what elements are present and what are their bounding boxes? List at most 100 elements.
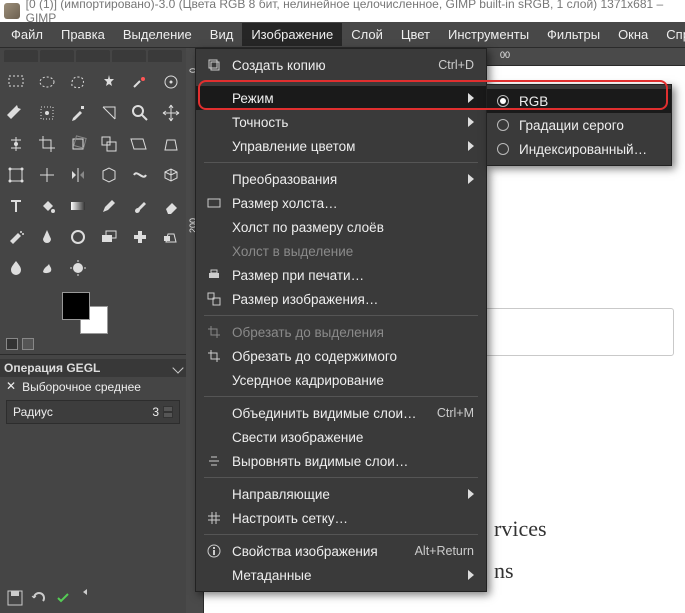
- tool-perspective[interactable]: [157, 130, 185, 158]
- spin-down[interactable]: [163, 412, 173, 418]
- tool-crop[interactable]: [33, 130, 61, 158]
- tool-handle-transform[interactable]: [33, 161, 61, 189]
- tool-cage[interactable]: [95, 161, 123, 189]
- tool-free-select[interactable]: [64, 68, 92, 96]
- tool-flip[interactable]: [64, 161, 92, 189]
- page-text: rvices: [494, 516, 547, 542]
- menu-separator: [204, 477, 478, 478]
- toolbox-tab[interactable]: [40, 50, 74, 62]
- tool-pencil[interactable]: [95, 192, 123, 220]
- tool-iscissors[interactable]: [157, 68, 185, 96]
- tool-dodge[interactable]: [64, 254, 92, 282]
- menu-align-visible[interactable]: Выровнять видимые слои…: [196, 449, 486, 473]
- tool-gradient[interactable]: [64, 192, 92, 220]
- menu-file[interactable]: Файл: [2, 23, 52, 46]
- tool-paintbrush[interactable]: [126, 192, 154, 220]
- tool-unified-transform[interactable]: [2, 161, 30, 189]
- tool-bucket-fill[interactable]: [33, 192, 61, 220]
- tool-shear[interactable]: [126, 130, 154, 158]
- tool-rotate[interactable]: [64, 130, 92, 158]
- mode-rgb[interactable]: RGB: [487, 89, 671, 113]
- menu-fit-canvas-to-layers[interactable]: Холст по размеру слоёв: [196, 215, 486, 239]
- menu-view[interactable]: Вид: [201, 23, 243, 46]
- gegl-header: Операция GEGL: [0, 359, 186, 377]
- tool-airbrush[interactable]: [2, 223, 30, 251]
- menu-configure-grid[interactable]: Настроить сетку…: [196, 506, 486, 530]
- menu-edit[interactable]: Правка: [52, 23, 114, 46]
- radius-value: 3: [152, 405, 159, 419]
- restore-preset-icon[interactable]: [30, 589, 48, 607]
- tool-by-color-select[interactable]: [126, 68, 154, 96]
- tool-scale[interactable]: [95, 130, 123, 158]
- tool-foreground-select[interactable]: [2, 99, 30, 127]
- menu-scale-image[interactable]: Размер изображения…: [196, 287, 486, 311]
- menu-precision[interactable]: Точность: [196, 110, 486, 134]
- tool-blur[interactable]: [2, 254, 30, 282]
- menu-metadata[interactable]: Метаданные: [196, 563, 486, 587]
- delete-preset-icon[interactable]: [54, 589, 72, 607]
- tool-smudge[interactable]: [33, 254, 61, 282]
- menu-guides[interactable]: Направляющие: [196, 482, 486, 506]
- tool-heal[interactable]: [126, 223, 154, 251]
- menu-print-size[interactable]: Размер при печати…: [196, 263, 486, 287]
- tool-align[interactable]: [2, 130, 30, 158]
- mini-indicator[interactable]: [22, 338, 34, 350]
- fg-color[interactable]: [62, 292, 90, 320]
- toolbox-tab[interactable]: [4, 50, 38, 62]
- tool-ink[interactable]: [33, 223, 61, 251]
- collapse-icon[interactable]: [172, 362, 183, 373]
- page-text: ns: [494, 558, 514, 584]
- menu-filters[interactable]: Фильтры: [538, 23, 609, 46]
- menu-duplicate[interactable]: Создать копию Ctrl+D: [196, 53, 486, 77]
- tool-paths[interactable]: [33, 99, 61, 127]
- menu-mode[interactable]: Режим: [196, 86, 486, 110]
- submenu-arrow-icon: [468, 93, 474, 103]
- menu-separator: [204, 315, 478, 316]
- menu-select[interactable]: Выделение: [114, 23, 201, 46]
- menu-layer[interactable]: Слой: [342, 23, 392, 46]
- menu-image[interactable]: Изображение: [242, 23, 342, 46]
- toolbox-tab[interactable]: [112, 50, 146, 62]
- menu-canvas-size[interactable]: Размер холста…: [196, 191, 486, 215]
- tool-measure[interactable]: [95, 99, 123, 127]
- menu-transform[interactable]: Преобразования: [196, 167, 486, 191]
- tool-mypaint[interactable]: [64, 223, 92, 251]
- tool-text[interactable]: [2, 192, 30, 220]
- tool-clone[interactable]: [95, 223, 123, 251]
- title-bar: [0 (1)] (импортировано)-3.0 (Цвета RGB 8…: [0, 0, 685, 22]
- mode-grayscale[interactable]: Градации серого: [487, 113, 671, 137]
- toolbox-tab[interactable]: [148, 50, 182, 62]
- mode-indexed[interactable]: Индексированный…: [487, 137, 671, 161]
- toolbox-tab[interactable]: [76, 50, 110, 62]
- mini-indicator[interactable]: [6, 338, 18, 350]
- tool-color-picker[interactable]: [64, 99, 92, 127]
- tool-eraser[interactable]: [157, 192, 185, 220]
- tool-rect-select[interactable]: [2, 68, 30, 96]
- menu-merge-visible[interactable]: Объединить видимые слои… Ctrl+M: [196, 401, 486, 425]
- menu-crop-to-content[interactable]: Обрезать до содержимого: [196, 344, 486, 368]
- menu-zealous-crop[interactable]: Усердное кадрирование: [196, 368, 486, 392]
- menu-separator: [204, 396, 478, 397]
- menu-windows[interactable]: Окна: [609, 23, 657, 46]
- menu-image-properties[interactable]: Свойства изображения Alt+Return: [196, 539, 486, 563]
- close-icon[interactable]: ✕: [6, 379, 16, 394]
- radius-field[interactable]: Радиус 3: [6, 400, 180, 424]
- menu-tools[interactable]: Инструменты: [439, 23, 538, 46]
- radio-icon: [497, 95, 509, 107]
- menu-colors[interactable]: Цвет: [392, 23, 439, 46]
- tool-3d-transform[interactable]: [157, 161, 185, 189]
- tool-ellipse-select[interactable]: [33, 68, 61, 96]
- menu-color-management[interactable]: Управление цветом: [196, 134, 486, 158]
- tool-fuzzy-select[interactable]: [95, 68, 123, 96]
- tool-zoom[interactable]: [126, 99, 154, 127]
- crop-icon: [206, 349, 222, 363]
- tool-perspective-clone[interactable]: [157, 223, 185, 251]
- gegl-title: Операция GEGL: [4, 361, 100, 375]
- tool-warp[interactable]: [126, 161, 154, 189]
- tool-move[interactable]: [157, 99, 185, 127]
- reset-icon[interactable]: [78, 589, 96, 607]
- color-swatch[interactable]: [62, 292, 108, 334]
- menu-help[interactable]: Справка: [657, 23, 685, 46]
- save-preset-icon[interactable]: [6, 589, 24, 607]
- menu-flatten[interactable]: Свести изображение: [196, 425, 486, 449]
